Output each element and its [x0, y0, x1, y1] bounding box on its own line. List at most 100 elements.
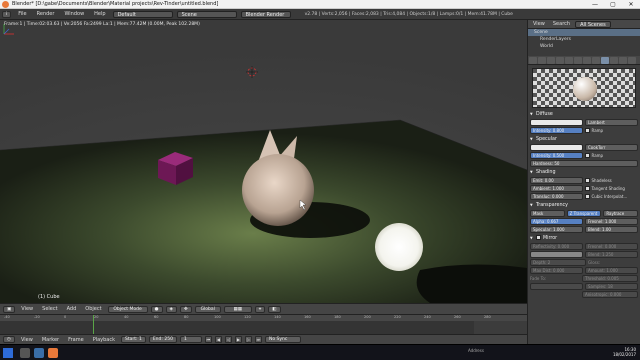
scene-select[interactable]: Scene	[176, 10, 237, 18]
outliner-filter-select[interactable]: All Scenes	[575, 20, 611, 28]
modifiers-tab-icon[interactable]	[583, 57, 591, 64]
address-toolbar[interactable]: Address	[468, 348, 484, 353]
transp-raytrace-button[interactable]: Raytrace	[603, 210, 639, 217]
mirror-fadeto-select[interactable]	[530, 283, 583, 290]
specular-color[interactable]	[530, 144, 583, 151]
orientation-select[interactable]: Global	[194, 305, 221, 313]
specular-ramp-checkbox[interactable]	[584, 153, 590, 158]
menu-marker[interactable]: Marker	[39, 337, 62, 343]
maximize-button[interactable]: ▢	[604, 0, 622, 9]
menu-view[interactable]: View	[18, 306, 36, 312]
layout-select[interactable]: Default	[112, 10, 173, 18]
play-reverse-icon[interactable]: ◁	[224, 336, 232, 343]
constraints-tab-icon[interactable]	[574, 57, 582, 64]
menu-object[interactable]: Object	[82, 306, 104, 312]
editor-type-icon[interactable]: i	[2, 10, 12, 18]
outliner-row-renderlayers[interactable]: RenderLayers	[528, 36, 640, 43]
outliner[interactable]: View Search All Scenes Scene RenderLayer…	[527, 20, 640, 56]
diffuse-header[interactable]: Diffuse	[530, 111, 638, 118]
menu-render[interactable]: Render	[34, 11, 58, 17]
world-tab-icon[interactable]	[556, 57, 564, 64]
snap-icon[interactable]: ⌖	[254, 305, 266, 313]
hardness-field[interactable]: Hardness: 50	[530, 160, 638, 167]
diffuse-color[interactable]	[530, 119, 583, 126]
transp-blend-field[interactable]: Blend: 1.00	[585, 226, 638, 233]
layers-icon[interactable]: ▦▦	[223, 305, 252, 313]
mirror-header[interactable]: Mirror	[530, 235, 638, 242]
menu-file[interactable]: File	[15, 11, 29, 17]
render-preview-icon[interactable]: ◧	[268, 305, 281, 313]
layers-tab-icon[interactable]	[538, 57, 546, 64]
data-tab-icon[interactable]	[592, 57, 600, 64]
mirror-threshold[interactable]: Threshold: 0.005	[582, 275, 638, 282]
texture-tab-icon[interactable]	[610, 57, 618, 64]
emit-field[interactable]: Emit: 0.00	[530, 177, 583, 184]
render-tab-icon[interactable]	[529, 57, 537, 64]
transp-fresnel-field[interactable]: Fresnel: 1.000	[585, 218, 638, 225]
transp-mask-button[interactable]: Mask	[530, 210, 565, 217]
sync-select[interactable]: No Sync	[264, 336, 301, 343]
jump-end-icon[interactable]: ⏭	[254, 336, 262, 343]
menu-help[interactable]: Help	[91, 11, 108, 17]
object-mode-select[interactable]: Object Mode	[107, 305, 148, 313]
pivot-icon[interactable]: ◈	[165, 305, 177, 313]
minimize-button[interactable]: —	[586, 0, 604, 9]
ambient-field[interactable]: Ambient: 1.000	[530, 185, 583, 192]
viewport-shading-icon[interactable]: ●	[150, 305, 163, 313]
translucency-field[interactable]: Transluc: 0.000	[530, 193, 583, 200]
object-tab-icon[interactable]	[565, 57, 573, 64]
menu-frame[interactable]: Frame	[65, 337, 87, 343]
shadeless-checkbox[interactable]	[584, 178, 590, 183]
diffuse-ramp-checkbox[interactable]	[584, 128, 590, 133]
manipulator-icon[interactable]: ✥	[179, 305, 192, 313]
physics-tab-icon[interactable]	[628, 57, 636, 64]
jump-start-icon[interactable]: ⏮	[204, 336, 212, 343]
outliner-row-world[interactable]: World	[528, 43, 640, 50]
particles-tab-icon[interactable]	[619, 57, 627, 64]
diffuse-intensity[interactable]: Intensity: 0.800	[530, 127, 583, 134]
3d-viewport[interactable]: Frame:1 | Time:02:03.63 | Ve:2056 Fa:249…	[0, 20, 527, 303]
play-icon[interactable]: ▶	[234, 336, 242, 343]
mirror-amount[interactable]: Amount: 1.000	[585, 267, 638, 274]
cubic-checkbox[interactable]	[584, 194, 590, 199]
outliner-view-menu[interactable]: View	[530, 21, 548, 27]
menu-playback[interactable]: Playback	[90, 337, 118, 343]
menu-timeline-view[interactable]: View	[18, 337, 36, 343]
search-icon[interactable]	[20, 348, 30, 358]
start-frame-field[interactable]: Start: 1	[121, 336, 146, 343]
frame-cursor[interactable]	[93, 315, 94, 335]
specular-header[interactable]: Specular	[530, 136, 638, 143]
transp-specular-field[interactable]: Specular: 1.000	[530, 226, 583, 233]
shading-header[interactable]: Shading	[530, 169, 638, 176]
diffuse-shader-select[interactable]: Lambert	[585, 119, 638, 126]
mirror-anisotropic[interactable]: Anisotropic: 0.000	[582, 291, 638, 298]
mirror-maxdist[interactable]: Max Dist: 0.000	[530, 267, 583, 274]
specular-shader-select[interactable]: CookTorr	[585, 144, 638, 151]
system-clock[interactable]: 16:30 18/02/2017	[613, 347, 636, 357]
scene-tab-icon[interactable]	[547, 57, 555, 64]
outliner-search-menu[interactable]: Search	[550, 21, 573, 27]
prev-key-icon[interactable]: ◀	[214, 336, 222, 343]
start-button-icon[interactable]	[3, 348, 13, 358]
outliner-row-scene[interactable]: Scene	[528, 29, 640, 36]
end-frame-field[interactable]: End: 250	[148, 336, 177, 343]
timeline-editor[interactable]: -40 -20 0 20 40 60 80 100 120 140 160 180 200 220 240 2…	[0, 314, 527, 335]
mirror-depth[interactable]: Depth: 2	[530, 259, 586, 266]
mirror-blend[interactable]: Blend: 1.250	[585, 251, 638, 258]
properties-editor[interactable]: Diffuse Lambert Intensity: 0.800 Ramp Sp…	[527, 56, 640, 344]
alpha-field[interactable]: Alpha: 0.667	[530, 218, 583, 225]
mirror-samples[interactable]: Samples: 18	[585, 283, 638, 290]
blender-taskbar-icon[interactable]	[48, 348, 58, 358]
current-frame-field[interactable]: 1	[179, 336, 202, 343]
transparency-header[interactable]: Transparency	[530, 202, 638, 209]
specular-intensity[interactable]: Intensity: 0.500	[530, 152, 583, 159]
material-tab-icon[interactable]	[601, 57, 609, 64]
view3d-type-icon[interactable]: ▣	[3, 305, 16, 313]
close-button[interactable]: ✕	[622, 0, 640, 9]
menu-window[interactable]: Window	[61, 11, 87, 17]
tangent-checkbox[interactable]	[584, 186, 590, 191]
mirror-checkbox[interactable]	[536, 235, 541, 240]
mirror-reflectivity[interactable]: Reflectivity: 0.000	[530, 243, 583, 250]
timeline-type-icon[interactable]: ◷	[3, 336, 15, 343]
menu-select[interactable]: Select	[39, 306, 60, 312]
